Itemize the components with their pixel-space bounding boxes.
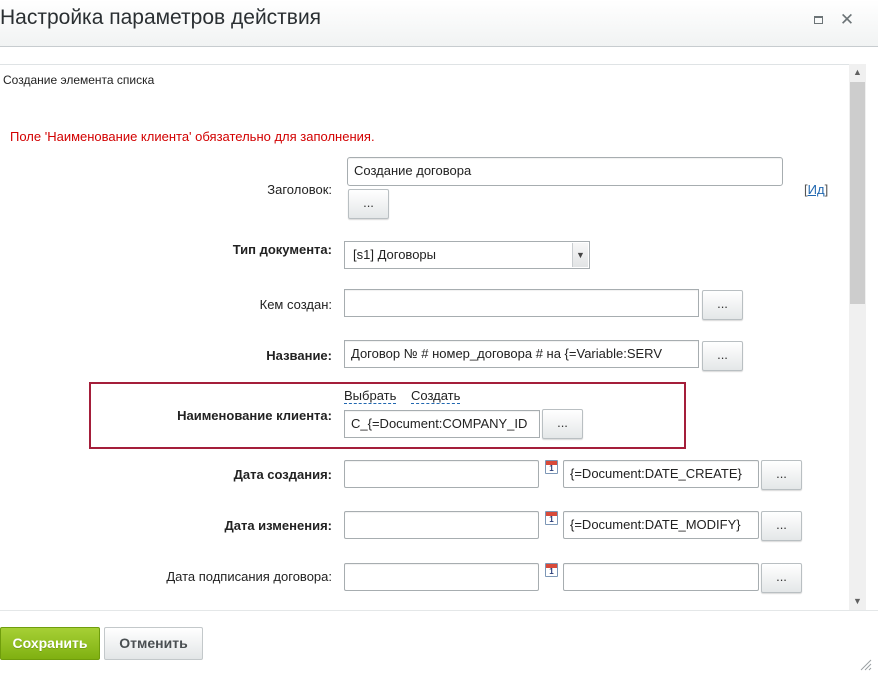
calendar-icon-number: 1 — [549, 515, 554, 524]
client-name-input[interactable]: C_{=Document:COMPANY_ID — [344, 410, 540, 438]
date-created-expression-input[interactable]: {=Document:DATE_CREATE} — [563, 460, 759, 488]
id-link[interactable]: [Ид] — [804, 182, 828, 197]
heading-input[interactable]: Создание договора — [347, 157, 783, 186]
name-label: Название: — [266, 348, 332, 363]
doc-type-selected: [s1] Договоры — [353, 247, 436, 262]
vertical-scrollbar[interactable]: ▲ ▼ — [849, 64, 866, 610]
id-link-close-bracket: ] — [824, 182, 829, 197]
id-link-text[interactable]: Ид — [808, 182, 825, 197]
doc-type-label: Тип документа: — [232, 242, 332, 257]
date-created-picker-button[interactable]: ... — [761, 460, 802, 490]
maximize-glyph — [813, 16, 823, 24]
cancel-button[interactable]: Отменить — [104, 627, 203, 660]
date-created-input[interactable] — [344, 460, 539, 488]
name-input[interactable]: Договор № # номер_договора # на {=Variab… — [344, 340, 699, 368]
close-icon[interactable]: ✕ — [838, 10, 856, 29]
client-select-link[interactable]: Выбрать — [344, 389, 397, 404]
name-picker-button[interactable]: ... — [702, 341, 743, 371]
calendar-icon-number: 1 — [549, 464, 554, 473]
heading-picker-button[interactable]: ... — [348, 189, 389, 219]
scroll-thumb[interactable] — [850, 82, 865, 304]
calendar-icon[interactable]: 1 — [545, 511, 558, 525]
maximize-icon[interactable] — [809, 11, 827, 29]
created-by-picker-button[interactable]: ... — [702, 290, 743, 320]
scroll-down-arrow-icon[interactable]: ▼ — [849, 593, 866, 610]
save-button[interactable]: Сохранить — [0, 627, 100, 660]
created-by-label: Кем создан: — [259, 297, 332, 312]
error-message: Поле 'Наименование клиента' обязательно … — [10, 129, 375, 144]
heading-label: Заголовок: — [267, 182, 332, 197]
calendar-icon[interactable]: 1 — [545, 563, 558, 577]
doc-type-select[interactable]: [s1] Договоры ▼ — [344, 241, 590, 269]
date-modified-input[interactable] — [344, 511, 539, 539]
chevron-down-icon[interactable]: ▼ — [572, 243, 588, 267]
date-created-label: Дата создания: — [233, 467, 332, 482]
scroll-up-arrow-icon[interactable]: ▲ — [849, 64, 866, 81]
date-modified-picker-button[interactable]: ... — [761, 511, 802, 541]
contract-signed-picker-button[interactable]: ... — [761, 563, 802, 593]
dialog-footer: Сохранить Отменить — [0, 610, 878, 677]
date-modified-label: Дата изменения: — [224, 518, 332, 533]
client-name-picker-button[interactable]: ... — [542, 409, 583, 439]
calendar-icon-number: 1 — [549, 567, 554, 576]
date-modified-expression-input[interactable]: {=Document:DATE_MODIFY} — [563, 511, 759, 539]
contract-signed-expression-input[interactable] — [563, 563, 759, 591]
client-name-label: Наименование клиента: — [177, 408, 332, 423]
resize-grip-icon[interactable] — [858, 657, 872, 671]
dialog-titlebar: Настройка параметров действия ✕ — [0, 0, 878, 47]
contract-signed-input[interactable] — [344, 563, 539, 591]
contract-signed-label: Дата подписания договора: — [166, 569, 332, 584]
calendar-icon[interactable]: 1 — [545, 460, 558, 474]
section-title: Создание элемента списка — [3, 73, 155, 87]
dialog-title: Настройка параметров действия — [0, 6, 322, 29]
created-by-input[interactable] — [344, 289, 699, 317]
client-create-link[interactable]: Создать — [411, 389, 461, 404]
